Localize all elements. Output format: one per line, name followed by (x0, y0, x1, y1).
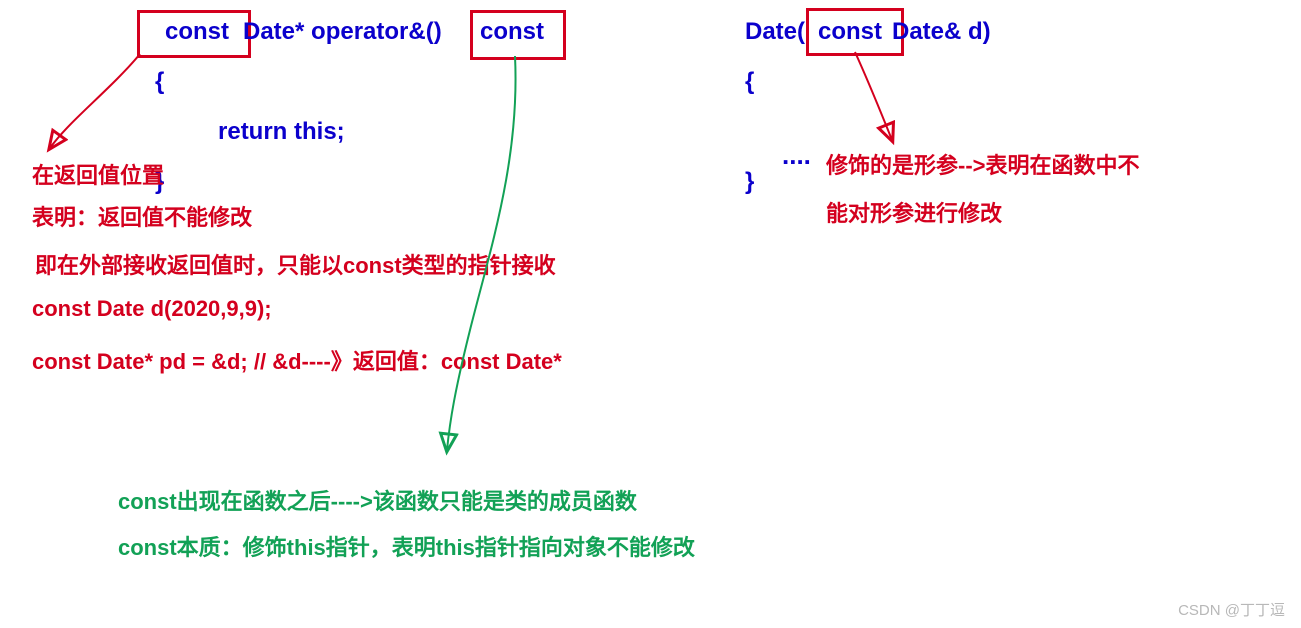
note-param-2: 能对形参进行修改 (826, 196, 1002, 228)
code-right-param: Date& d) (892, 18, 991, 46)
note-return-5: const Date* pd = &d; // &d----》返回值：const… (32, 344, 562, 376)
code-right-dots: .... (782, 140, 811, 171)
note-after-func: const出现在函数之后---->该函数只能是类的成员函数 (118, 484, 637, 516)
code-left-return: return this; (218, 118, 345, 146)
note-param-1: 修饰的是形参-->表明在函数中不 (826, 148, 1140, 180)
code-left-sig: Date* operator&() (243, 18, 442, 46)
note-return-1: 在返回值位置 (32, 158, 164, 190)
note-this-ptr: const本质：修饰this指针，表明this指针指向对象不能修改 (118, 530, 695, 562)
code-left-open: { (155, 68, 164, 96)
code-right-const: const (818, 18, 882, 46)
note-return-4: const Date d(2020,9,9); (32, 296, 272, 322)
watermark: CSDN @丁丁逗 (1178, 599, 1285, 620)
code-right-date: Date( (745, 18, 805, 46)
code-right-close: } (745, 168, 754, 196)
note-return-3: 即在外部接收返回值时，只能以const类型的指针接收 (35, 248, 556, 280)
code-left-const1: const (165, 18, 229, 46)
code-left-const2: const (480, 18, 544, 46)
code-right-open: { (745, 68, 754, 96)
note-return-2: 表明：返回值不能修改 (32, 200, 252, 232)
